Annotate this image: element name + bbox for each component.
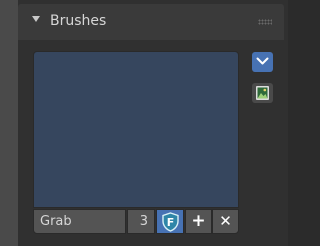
brush-preview-grid[interactable]	[33, 51, 239, 208]
new-brush-button[interactable]: +	[185, 209, 212, 234]
drag-grip-icon[interactable]	[258, 19, 272, 25]
brush-name-field[interactable]: Grab	[33, 209, 126, 234]
panel-title: Brushes	[50, 13, 107, 29]
editor-region: Brushes Grab 3 F + ✕	[0, 0, 288, 246]
brush-datablock-selector: Grab 3 F + ✕	[33, 209, 239, 234]
fake-user-toggle[interactable]: F	[156, 209, 184, 234]
unlink-brush-button[interactable]: ✕	[212, 209, 239, 234]
user-count[interactable]: 3	[127, 209, 155, 234]
disclosure-triangle-down-icon[interactable]	[32, 16, 40, 22]
brush-image-button[interactable]	[252, 83, 273, 103]
image-icon	[256, 86, 269, 100]
brush-dropdown-button[interactable]	[252, 52, 273, 72]
chevron-down-icon	[256, 57, 269, 65]
fake-user-letter: F	[167, 216, 175, 229]
panel-header[interactable]: Brushes	[18, 4, 284, 40]
shield-fake-user-icon: F	[162, 212, 179, 232]
